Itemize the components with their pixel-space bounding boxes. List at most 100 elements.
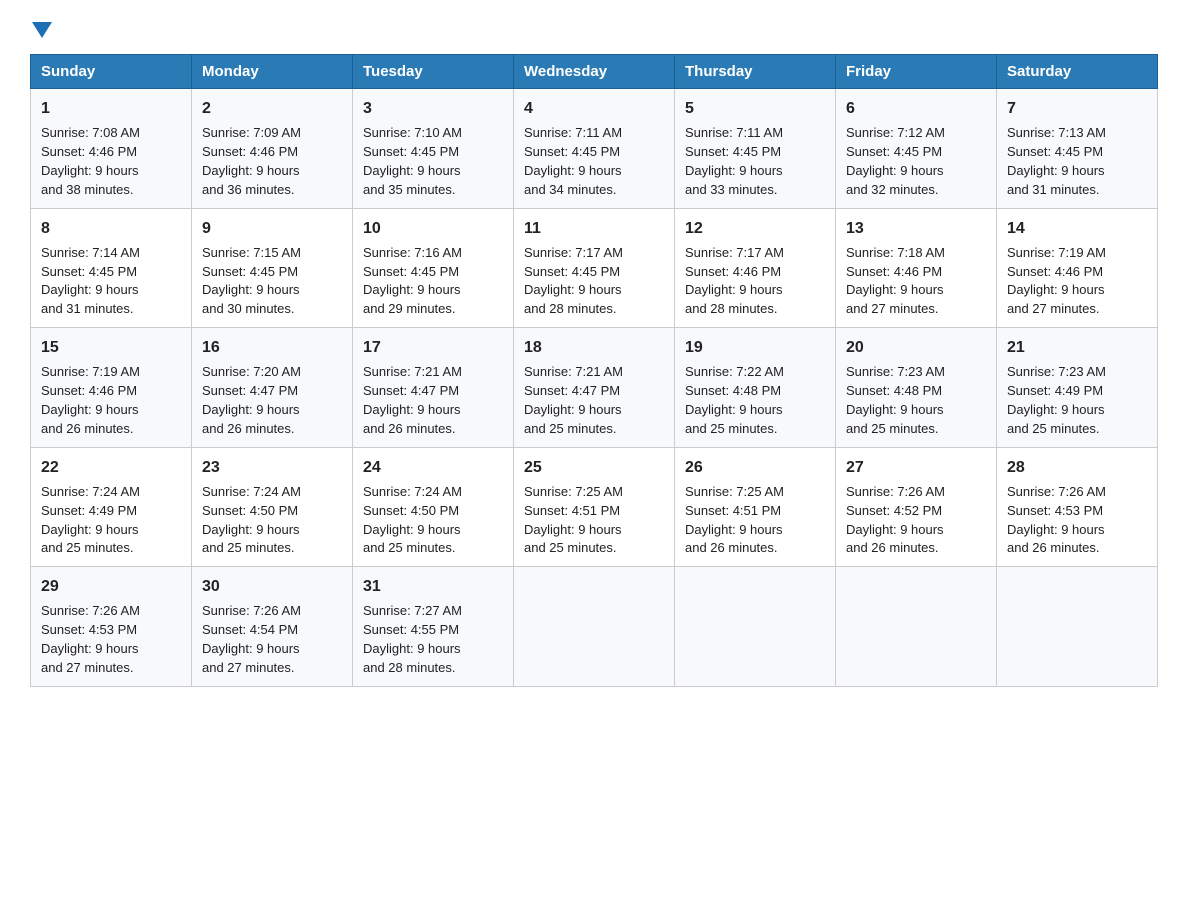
day-info: Sunrise: 7:19 AMSunset: 4:46 PMDaylight:… xyxy=(1007,244,1147,319)
calendar-table: SundayMondayTuesdayWednesdayThursdayFrid… xyxy=(30,54,1158,687)
calendar-cell: 24Sunrise: 7:24 AMSunset: 4:50 PMDayligh… xyxy=(353,447,514,567)
day-number: 9 xyxy=(202,217,342,240)
day-info: Sunrise: 7:12 AMSunset: 4:45 PMDaylight:… xyxy=(846,124,986,199)
day-number: 11 xyxy=(524,217,664,240)
calendar-week-4: 22Sunrise: 7:24 AMSunset: 4:49 PMDayligh… xyxy=(31,447,1158,567)
calendar-week-5: 29Sunrise: 7:26 AMSunset: 4:53 PMDayligh… xyxy=(31,567,1158,687)
header-thursday: Thursday xyxy=(675,55,836,89)
day-number: 22 xyxy=(41,456,181,479)
day-number: 15 xyxy=(41,336,181,359)
calendar-cell xyxy=(514,567,675,687)
header-sunday: Sunday xyxy=(31,55,192,89)
day-info: Sunrise: 7:24 AMSunset: 4:50 PMDaylight:… xyxy=(363,483,503,558)
calendar-cell xyxy=(836,567,997,687)
day-number: 18 xyxy=(524,336,664,359)
day-info: Sunrise: 7:09 AMSunset: 4:46 PMDaylight:… xyxy=(202,124,342,199)
day-number: 7 xyxy=(1007,97,1147,120)
calendar-cell: 25 Sunrise: 7:25 AMSunset: 4:51 PMDayligh… xyxy=(514,447,675,567)
calendar-cell: 16 Sunrise: 7:20 AMSunset: 4:47 PMDayligh… xyxy=(192,328,353,448)
day-number: 20 xyxy=(846,336,986,359)
calendar-cell xyxy=(997,567,1158,687)
day-number: 21 xyxy=(1007,336,1147,359)
day-number: 31 xyxy=(363,575,503,598)
day-info: Sunrise: 7:26 AMSunset: 4:53 PMDaylight:… xyxy=(41,602,181,677)
day-info: Sunrise: 7:08 AMSunset: 4:46 PMDaylight:… xyxy=(41,124,181,199)
day-info: Sunrise: 7:17 AMSunset: 4:45 PMDaylight:… xyxy=(524,244,664,319)
calendar-cell: 22Sunrise: 7:24 AMSunset: 4:49 PMDayligh… xyxy=(31,447,192,567)
day-number: 1 xyxy=(41,97,181,120)
calendar-cell: 30Sunrise: 7:26 AMSunset: 4:54 PMDayligh… xyxy=(192,567,353,687)
calendar-cell: 17 Sunrise: 7:21 AMSunset: 4:47 PMDayligh… xyxy=(353,328,514,448)
day-info: Sunrise: 7:26 AMSunset: 4:53 PMDaylight:… xyxy=(1007,483,1147,558)
calendar-cell: 12Sunrise: 7:17 AMSunset: 4:46 PMDayligh… xyxy=(675,208,836,328)
calendar-cell: 23 Sunrise: 7:24 AMSunset: 4:50 PMDayligh… xyxy=(192,447,353,567)
calendar-cell: 7Sunrise: 7:13 AMSunset: 4:45 PMDaylight… xyxy=(997,89,1158,209)
calendar-cell: 2Sunrise: 7:09 AMSunset: 4:46 PMDaylight… xyxy=(192,89,353,209)
calendar-header-row: SundayMondayTuesdayWednesdayThursdayFrid… xyxy=(31,55,1158,89)
day-info: Sunrise: 7:16 AMSunset: 4:45 PMDaylight:… xyxy=(363,244,503,319)
calendar-cell: 3 Sunrise: 7:10 AMSunset: 4:45 PMDaylight… xyxy=(353,89,514,209)
day-number: 5 xyxy=(685,97,825,120)
calendar-cell: 28Sunrise: 7:26 AMSunset: 4:53 PMDayligh… xyxy=(997,447,1158,567)
logo xyxy=(30,20,54,36)
calendar-cell: 11 Sunrise: 7:17 AMSunset: 4:45 PMDayligh… xyxy=(514,208,675,328)
day-number: 6 xyxy=(846,97,986,120)
day-number: 25 xyxy=(524,456,664,479)
calendar-cell: 4Sunrise: 7:11 AMSunset: 4:45 PMDaylight… xyxy=(514,89,675,209)
day-number: 19 xyxy=(685,336,825,359)
day-number: 12 xyxy=(685,217,825,240)
day-info: Sunrise: 7:11 AMSunset: 4:45 PMDaylight:… xyxy=(685,124,825,199)
calendar-cell: 20 Sunrise: 7:23 AMSunset: 4:48 PMDayligh… xyxy=(836,328,997,448)
day-info: Sunrise: 7:26 AMSunset: 4:54 PMDaylight:… xyxy=(202,602,342,677)
day-number: 10 xyxy=(363,217,503,240)
day-info: Sunrise: 7:20 AMSunset: 4:47 PMDaylight:… xyxy=(202,363,342,438)
header-tuesday: Tuesday xyxy=(353,55,514,89)
day-info: Sunrise: 7:15 AMSunset: 4:45 PMDaylight:… xyxy=(202,244,342,319)
page-header xyxy=(30,20,1158,36)
calendar-week-1: 1 Sunrise: 7:08 AMSunset: 4:46 PMDaylight… xyxy=(31,89,1158,209)
day-number: 4 xyxy=(524,97,664,120)
day-info: Sunrise: 7:21 AMSunset: 4:47 PMDaylight:… xyxy=(363,363,503,438)
calendar-cell: 31 Sunrise: 7:27 AMSunset: 4:55 PMDayligh… xyxy=(353,567,514,687)
day-info: Sunrise: 7:21 AMSunset: 4:47 PMDaylight:… xyxy=(524,363,664,438)
day-info: Sunrise: 7:19 AMSunset: 4:46 PMDaylight:… xyxy=(41,363,181,438)
calendar-cell: 5 Sunrise: 7:11 AMSunset: 4:45 PMDaylight… xyxy=(675,89,836,209)
calendar-cell xyxy=(675,567,836,687)
calendar-cell: 29Sunrise: 7:26 AMSunset: 4:53 PMDayligh… xyxy=(31,567,192,687)
day-number: 13 xyxy=(846,217,986,240)
day-number: 17 xyxy=(363,336,503,359)
header-friday: Friday xyxy=(836,55,997,89)
header-saturday: Saturday xyxy=(997,55,1158,89)
header-wednesday: Wednesday xyxy=(514,55,675,89)
day-info: Sunrise: 7:18 AMSunset: 4:46 PMDaylight:… xyxy=(846,244,986,319)
calendar-cell: 27 Sunrise: 7:26 AMSunset: 4:52 PMDayligh… xyxy=(836,447,997,567)
calendar-cell: 15 Sunrise: 7:19 AMSunset: 4:46 PMDayligh… xyxy=(31,328,192,448)
day-info: Sunrise: 7:25 AMSunset: 4:51 PMDaylight:… xyxy=(685,483,825,558)
day-number: 3 xyxy=(363,97,503,120)
day-info: Sunrise: 7:27 AMSunset: 4:55 PMDaylight:… xyxy=(363,602,503,677)
header-monday: Monday xyxy=(192,55,353,89)
day-info: Sunrise: 7:10 AMSunset: 4:45 PMDaylight:… xyxy=(363,124,503,199)
day-info: Sunrise: 7:24 AMSunset: 4:50 PMDaylight:… xyxy=(202,483,342,558)
day-info: Sunrise: 7:26 AMSunset: 4:52 PMDaylight:… xyxy=(846,483,986,558)
calendar-cell: 9 Sunrise: 7:15 AMSunset: 4:45 PMDaylight… xyxy=(192,208,353,328)
day-info: Sunrise: 7:23 AMSunset: 4:48 PMDaylight:… xyxy=(846,363,986,438)
day-number: 8 xyxy=(41,217,181,240)
day-info: Sunrise: 7:14 AMSunset: 4:45 PMDaylight:… xyxy=(41,244,181,319)
day-number: 27 xyxy=(846,456,986,479)
day-number: 26 xyxy=(685,456,825,479)
calendar-week-3: 15 Sunrise: 7:19 AMSunset: 4:46 PMDayligh… xyxy=(31,328,1158,448)
calendar-cell: 19Sunrise: 7:22 AMSunset: 4:48 PMDayligh… xyxy=(675,328,836,448)
calendar-cell: 14Sunrise: 7:19 AMSunset: 4:46 PMDayligh… xyxy=(997,208,1158,328)
calendar-cell: 6 Sunrise: 7:12 AMSunset: 4:45 PMDaylight… xyxy=(836,89,997,209)
calendar-cell: 1 Sunrise: 7:08 AMSunset: 4:46 PMDaylight… xyxy=(31,89,192,209)
day-number: 23 xyxy=(202,456,342,479)
calendar-cell: 10 Sunrise: 7:16 AMSunset: 4:45 PMDayligh… xyxy=(353,208,514,328)
day-number: 16 xyxy=(202,336,342,359)
calendar-week-2: 8 Sunrise: 7:14 AMSunset: 4:45 PMDaylight… xyxy=(31,208,1158,328)
day-info: Sunrise: 7:25 AMSunset: 4:51 PMDaylight:… xyxy=(524,483,664,558)
calendar-cell: 8 Sunrise: 7:14 AMSunset: 4:45 PMDaylight… xyxy=(31,208,192,328)
calendar-cell: 13 Sunrise: 7:18 AMSunset: 4:46 PMDayligh… xyxy=(836,208,997,328)
day-info: Sunrise: 7:23 AMSunset: 4:49 PMDaylight:… xyxy=(1007,363,1147,438)
logo-triangle-icon xyxy=(32,22,52,38)
